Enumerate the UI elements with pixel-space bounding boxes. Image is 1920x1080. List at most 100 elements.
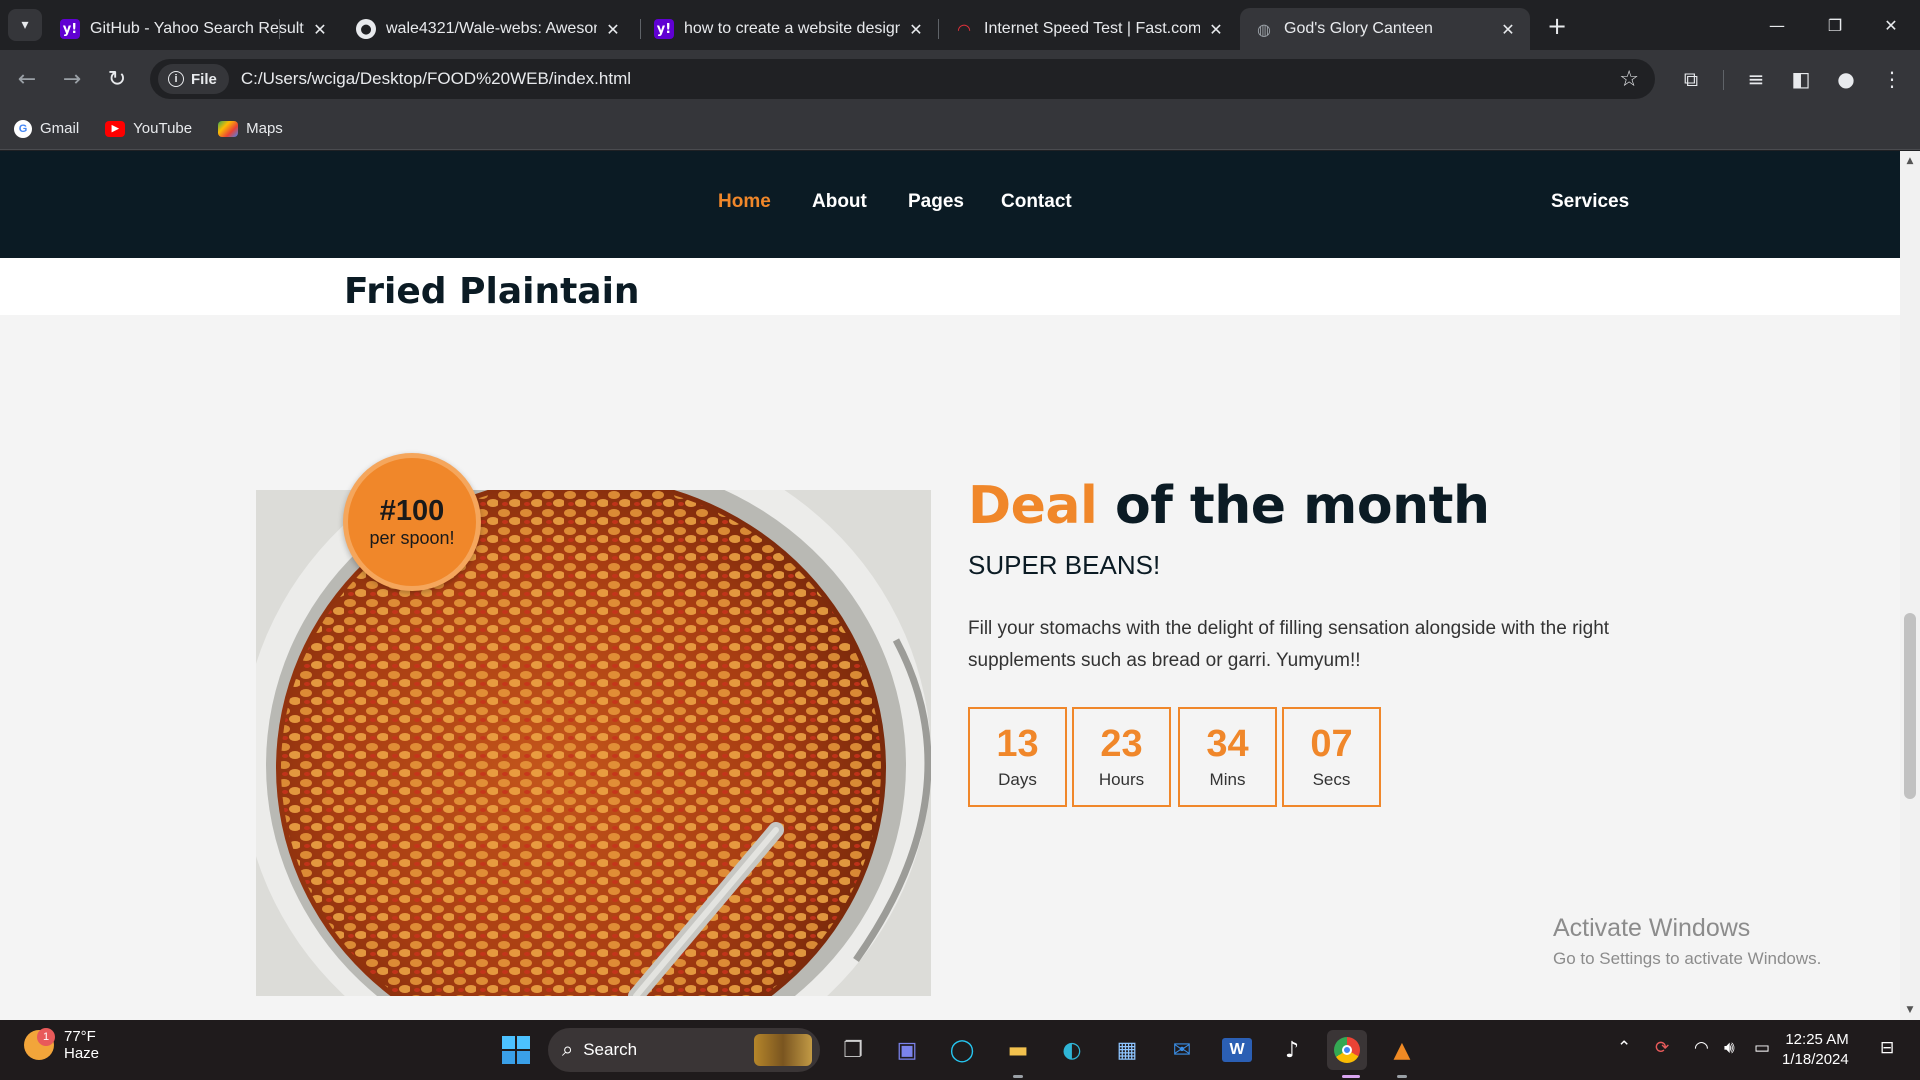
nav-contact[interactable]: Contact — [1001, 191, 1072, 213]
site-info-chip[interactable]: i File — [158, 64, 229, 94]
back-button[interactable]: ← — [9, 61, 45, 97]
maps-icon — [218, 120, 239, 137]
reload-button[interactable]: ↻ — [99, 61, 135, 97]
countdown-label: Secs — [1312, 770, 1351, 789]
github-icon: ● — [356, 19, 376, 39]
scrollbar-thumb[interactable] — [1904, 613, 1916, 799]
bookmark-maps[interactable]: Maps — [218, 120, 283, 137]
countdown-days: 13 Days — [968, 707, 1067, 807]
close-icon[interactable]: ✕ — [603, 20, 623, 39]
countdown-value: 34 — [1206, 723, 1249, 765]
extensions-icon[interactable]: ⧉ — [1673, 61, 1709, 97]
weather-condition: Haze — [64, 1045, 100, 1062]
scroll-down-arrow-icon[interactable]: ▼ — [1900, 1002, 1920, 1018]
fast-icon: ◠ — [957, 19, 971, 39]
yahoo-icon: y! — [654, 19, 674, 39]
close-window-button[interactable]: ✕ — [1862, 0, 1920, 50]
scroll-up-arrow-icon[interactable]: ▲ — [1900, 153, 1920, 169]
page-scrollbar[interactable]: ▲ ▼ — [1900, 151, 1920, 1020]
tab-title: God's Glory Canteen — [1284, 20, 1433, 37]
microsoft-store-icon[interactable]: ▦ — [1107, 1030, 1147, 1070]
task-view-icon[interactable]: ❐ — [833, 1030, 873, 1070]
deal-heading-accent: Deal — [968, 476, 1098, 536]
side-panel-icon[interactable]: ◧ — [1783, 61, 1819, 97]
countdown-value: 13 — [996, 723, 1039, 765]
weather-widget[interactable]: 1 77°F Haze — [24, 1028, 99, 1062]
forward-button[interactable]: → — [54, 61, 90, 97]
file-explorer-icon[interactable]: ▬ — [998, 1030, 1038, 1070]
close-icon[interactable]: ✕ — [1206, 20, 1226, 39]
chevron-up-icon[interactable]: ⌃ — [1617, 1038, 1631, 1058]
watermark-title: Activate Windows — [1553, 914, 1751, 942]
volume-icon[interactable]: 🔊︎ — [1724, 1038, 1735, 1058]
notification-bell-icon[interactable]: ⊟ — [1880, 1038, 1894, 1058]
windows-start-icon[interactable] — [496, 1030, 536, 1070]
chrome-logo — [1334, 1037, 1360, 1063]
countdown-hours: 23 Hours — [1072, 707, 1171, 807]
vlc-icon[interactable]: ▲ — [1382, 1030, 1422, 1070]
address-bar[interactable]: i File C:/Users/wciga/Desktop/FOOD%20WEB… — [150, 59, 1655, 99]
countdown-secs: 07 Secs — [1282, 707, 1381, 807]
nav-home[interactable]: Home — [718, 191, 771, 213]
price-badge: #100 per spoon! — [343, 453, 481, 591]
menu-icon[interactable]: ⋮ — [1874, 61, 1910, 97]
tab-divider — [279, 19, 280, 39]
tab-yahoo-github[interactable]: y! GitHub - Yahoo Search Results ✕ — [46, 8, 342, 50]
tab-search-button[interactable]: ▾ — [8, 9, 42, 41]
badge-price: #100 — [379, 495, 445, 527]
bookmark-star-icon[interactable]: ☆ — [1619, 67, 1639, 92]
deal-heading: Deal of the month — [968, 476, 1490, 536]
sync-icon[interactable]: ⟳ — [1655, 1038, 1669, 1058]
chrome-icon[interactable] — [1327, 1030, 1367, 1070]
minimize-button[interactable]: — — [1748, 0, 1806, 50]
profile-icon[interactable]: ● — [1828, 61, 1864, 97]
bookmark-label: Maps — [246, 120, 283, 137]
edge-icon[interactable]: ◐ — [1052, 1030, 1092, 1070]
site-navbar: Home About Pages Contact Services — [0, 151, 1900, 258]
weather-temperature: 77°F — [64, 1028, 96, 1045]
mail-icon[interactable]: ✉ — [1162, 1030, 1202, 1070]
countdown-value: 23 — [1100, 723, 1143, 765]
windows-taskbar: 1 77°F Haze ⌕ Search ❐ ▣ ◯ ▬ ◐ ▦ ✉ W ♪ ▲… — [0, 1020, 1920, 1080]
tiktok-icon[interactable]: ♪ — [1272, 1030, 1312, 1070]
new-tab-button[interactable]: + — [1543, 12, 1571, 40]
deal-heading-rest: of the month — [1114, 476, 1490, 536]
countdown-mins: 34 Mins — [1178, 707, 1277, 807]
media-control-icon[interactable]: ≡ — [1738, 61, 1774, 97]
nav-services[interactable]: Services — [1551, 191, 1629, 213]
tab-website-design[interactable]: y! how to create a website design ✕ — [640, 8, 938, 50]
toolbar-divider — [1723, 70, 1724, 90]
tab-gods-glory-canteen[interactable]: ◍ God's Glory Canteen ✕ — [1240, 8, 1530, 50]
restore-button[interactable]: ❐ — [1806, 0, 1864, 50]
bookmark-youtube[interactable]: ▶ YouTube — [105, 120, 192, 137]
close-icon[interactable]: ✕ — [310, 20, 330, 39]
system-clock[interactable]: 12:25 AM 1/18/2024 — [1782, 1030, 1849, 1070]
word-icon[interactable]: W — [1217, 1030, 1257, 1070]
countdown-label: Mins — [1209, 770, 1246, 789]
bookmark-label: Gmail — [40, 120, 80, 137]
cortana-icon[interactable]: ◯ — [942, 1030, 982, 1070]
clock-date: 1/18/2024 — [1782, 1051, 1849, 1068]
bookmarks-bar: G Gmail ▶ YouTube Maps — [0, 108, 1920, 150]
taskbar-search[interactable]: ⌕ Search — [548, 1028, 820, 1072]
clock-time: 12:25 AM — [1785, 1031, 1849, 1048]
teams-chat-icon[interactable]: ▣ — [887, 1030, 927, 1070]
search-highlight-image — [754, 1034, 812, 1066]
nav-pages[interactable]: Pages — [908, 191, 964, 213]
close-icon[interactable]: ✕ — [906, 20, 926, 39]
tab-divider — [938, 19, 939, 39]
url-text[interactable]: C:/Users/wciga/Desktop/FOOD%20WEB/index.… — [241, 69, 1619, 89]
tab-github-repo[interactable]: ● wale4321/Wale-webs: Awesome ✕ — [342, 8, 635, 50]
running-indicator — [1013, 1075, 1023, 1078]
weather-sun-icon: 1 — [24, 1028, 55, 1060]
close-icon[interactable]: ✕ — [1498, 20, 1518, 39]
activate-windows-watermark: Activate Windows Go to Settings to activ… — [1553, 914, 1821, 969]
tab-fast-com[interactable]: ◠ Internet Speed Test | Fast.com ✕ — [940, 8, 1238, 50]
watermark-subtitle: Go to Settings to activate Windows. — [1553, 949, 1822, 968]
battery-icon[interactable]: ▭ — [1754, 1038, 1770, 1058]
section-title: Fried Plaintain — [344, 271, 640, 312]
search-icon: ⌕ — [562, 1038, 574, 1061]
nav-about[interactable]: About — [812, 191, 867, 213]
bookmark-gmail[interactable]: G Gmail — [14, 119, 80, 138]
wifi-icon[interactable]: ◠ — [1694, 1038, 1709, 1058]
